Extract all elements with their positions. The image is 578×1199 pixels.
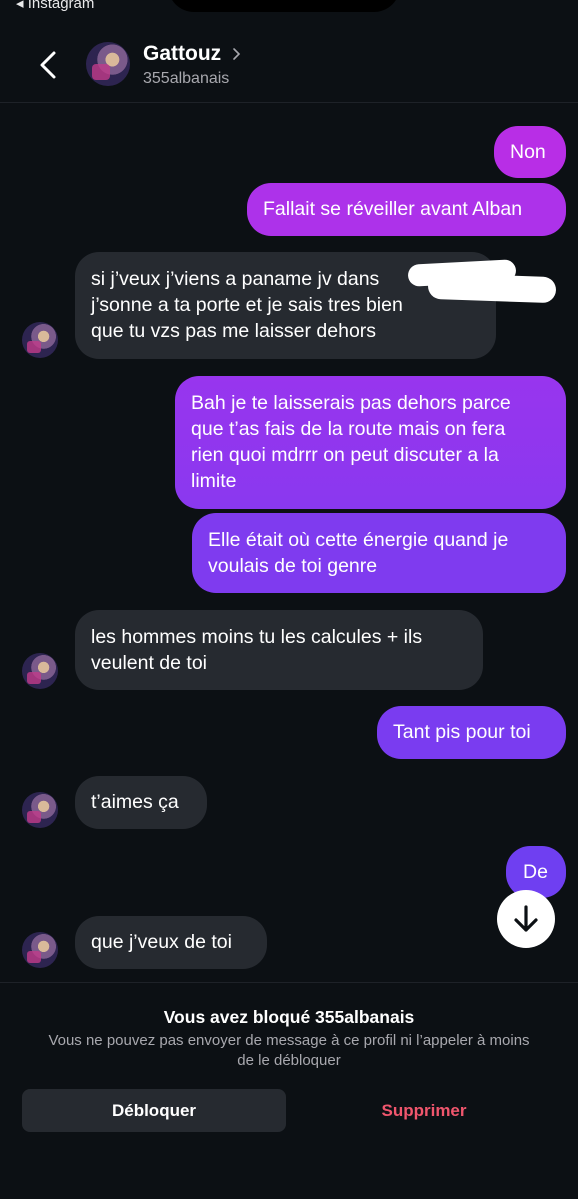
message-line: Bah je te laisserais pas dehors parce [191, 392, 511, 414]
message-line: Elle était où cette énergie quand je [208, 529, 509, 551]
status-bar: ◂ Instagram [0, 0, 578, 14]
message-line: Fallait se réveiller avant Alban [263, 198, 523, 220]
contact-avatar[interactable] [86, 42, 130, 86]
outgoing-message[interactable]: Elle était où cette énergie quand je vou… [192, 513, 566, 593]
outgoing-message[interactable]: Tant pis pour toi [377, 706, 566, 759]
message-line: De [523, 861, 548, 883]
sender-avatar[interactable] [22, 653, 58, 689]
arrow-down-icon [514, 905, 538, 932]
incoming-message[interactable]: les hommes moins tu les calcules + ils v… [75, 610, 483, 690]
message-line: que j’veux de toi [91, 931, 232, 953]
message-line: j’sonne a ta porte et je sais tres bien [91, 294, 403, 316]
delete-button[interactable]: Supprimer [292, 1089, 556, 1132]
message-line: que tu vzs pas me laisser dehors [91, 320, 377, 342]
redaction-mark [427, 272, 557, 304]
dm-screen: ◂ Instagram Gattouz 355albanais Non Fall… [0, 0, 578, 1199]
blocked-title: Vous avez bloqué 355albanais [163, 1007, 415, 1027]
message-line: veulent de toi [91, 652, 208, 674]
sender-avatar[interactable] [22, 322, 58, 358]
message-line: que t’as fais de la route mais on fera [191, 418, 506, 440]
message-line: les hommes moins tu les calcules + ils [91, 626, 423, 648]
outgoing-message[interactable]: Fallait se réveiller avant Alban [247, 183, 566, 236]
message-line: voulais de toi genre [208, 555, 378, 577]
message-line: Tant pis pour toi [393, 721, 531, 743]
sender-avatar[interactable] [22, 792, 58, 828]
blocked-footer: Vous avez bloqué 355albanais Vous ne pou… [0, 982, 578, 1199]
chat-header: Gattouz 355albanais [0, 20, 578, 103]
outgoing-message[interactable]: Non [494, 126, 566, 178]
message-line: rien quoi mdrrr on peut discuter a la [191, 444, 499, 466]
blocked-description: Vous ne pouvez pas envoyer de message à … [48, 1032, 530, 1069]
outgoing-message[interactable]: Bah je te laisserais pas dehors parce qu… [175, 376, 566, 509]
message-line: t’aimes ça [91, 791, 179, 813]
outgoing-message[interactable]: De [506, 846, 566, 898]
message-line: limite [191, 470, 237, 492]
incoming-message[interactable]: que j’veux de toi [75, 916, 267, 969]
contact-handle: 355albanais [143, 70, 230, 87]
sender-avatar[interactable] [22, 932, 58, 968]
back-to-app-link[interactable]: ◂ Instagram [16, 0, 94, 12]
incoming-message[interactable]: t’aimes ça [75, 776, 207, 829]
contact-name[interactable]: Gattouz [143, 42, 221, 66]
device-notch [168, 0, 400, 12]
scroll-to-bottom-button[interactable] [497, 890, 555, 948]
message-line: Non [510, 141, 546, 163]
chevron-right-icon[interactable] [232, 47, 241, 61]
unblock-button[interactable]: Débloquer [22, 1089, 286, 1132]
back-chevron-icon[interactable] [36, 50, 62, 80]
